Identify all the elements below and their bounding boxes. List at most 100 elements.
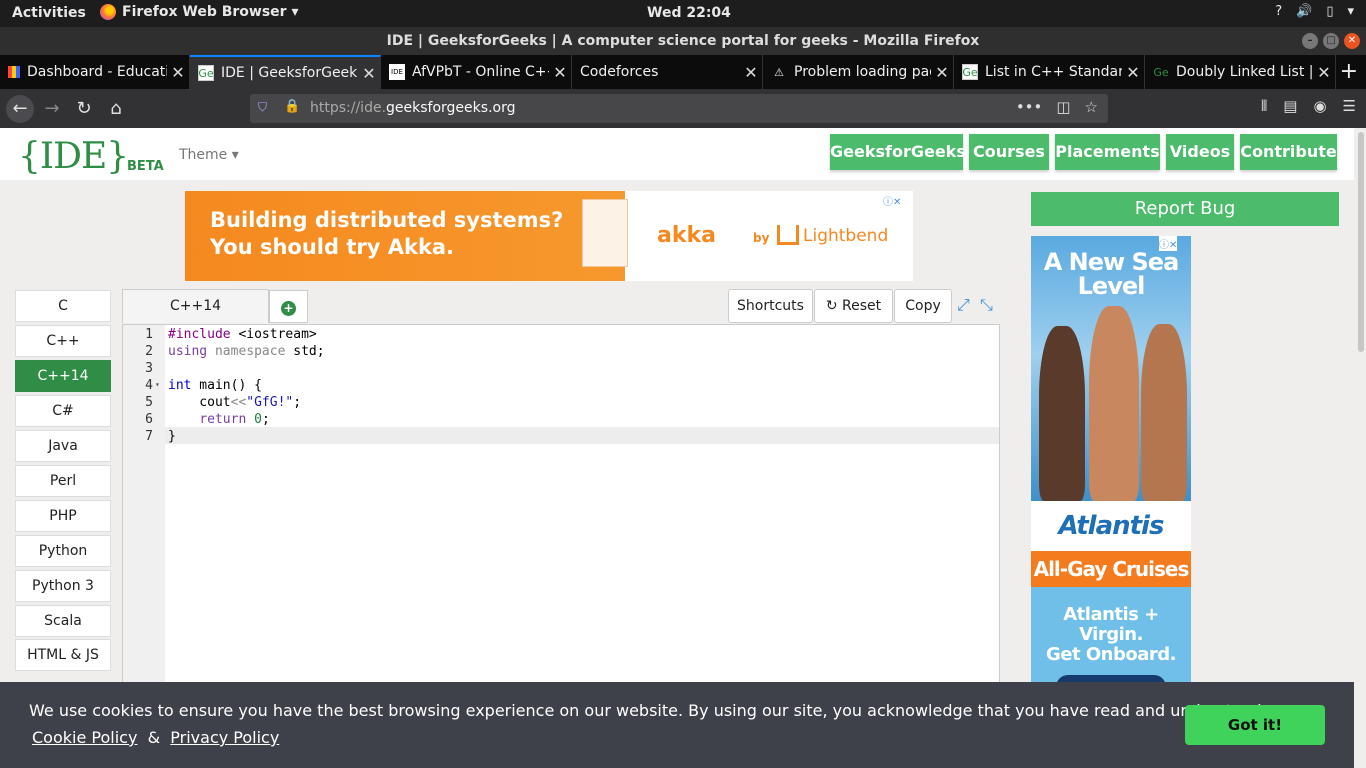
line-number: 1 [145,327,153,342]
scrollbar-thumb[interactable] [1358,132,1364,352]
close-icon[interactable]: ✕ [167,63,189,82]
copy-button[interactable]: Copy [894,289,952,323]
url-text[interactable]: https://ide.geeksforgeeks.org [310,100,515,116]
home-button[interactable]: ⌂ [102,95,130,123]
bar-chart-icon [8,66,20,78]
akka-banner-ad[interactable]: Building distributed systems? You should… [185,191,913,281]
ad-promo-line-2: Get Onboard. [1046,644,1176,665]
tab-afvpbt[interactable]: IDE AfVPbT - Online C++ ✕ [381,55,572,89]
gfg-icon: Ge [198,65,214,81]
maximize-button[interactable]: □ [1323,33,1339,49]
privacy-policy-link[interactable]: Privacy Policy [170,728,279,747]
library-icon[interactable]: ⫴ [1261,97,1267,115]
activities-button[interactable]: Activities [12,5,86,21]
language-scala[interactable]: Scala [15,605,111,637]
tab-label: Dashboard - Educative [27,64,167,80]
tab-dashboard[interactable]: Dashboard - Educative ✕ [0,55,190,89]
accept-cookies-button[interactable]: Got it! [1185,705,1325,745]
language-python[interactable]: Python [15,535,111,567]
ad-person-3 [1141,324,1187,501]
line-number: 4 [145,378,153,393]
ad-headline: Building distributed systems? You should… [210,207,563,261]
editor-tab[interactable]: C++14 [122,289,269,323]
url-domain: geeksforgeeks.org [386,100,516,116]
tracking-shield-icon[interactable]: ⛉ [258,100,267,115]
nav-contribute[interactable]: Contribute [1240,134,1337,170]
ide-logo[interactable]: {IDE} [18,136,129,177]
tab-problem-loading[interactable]: ⚠ Problem loading page ✕ [763,55,954,89]
shortcuts-button[interactable]: Shortcuts [728,289,813,323]
bookmark-star-icon[interactable]: ☆ [1085,98,1098,116]
pocket-icon[interactable]: ◫ [1056,98,1070,116]
language-java[interactable]: Java [15,430,111,462]
nav-geeksforgeeks[interactable]: GeeksforGeeks [830,134,966,170]
new-tab-button[interactable]: + [1340,59,1358,84]
system-tray[interactable]: ? 🔊 ▯ ▾ [1275,4,1354,19]
language-html-js[interactable]: HTML & JS [15,639,111,671]
expand-icon[interactable]: ⤢ [957,295,970,315]
adchoices-icon[interactable]: ⓘ✕ [1159,236,1178,251]
close-icon[interactable]: ✕ [931,63,953,82]
tab-list-cpp[interactable]: Ge List in C++ Standard ✕ [954,55,1145,89]
language-php[interactable]: PHP [15,500,111,532]
os-top-bar: Activities Firefox Web Browser ▾ Wed 22:… [0,0,1366,27]
tab-codeforces[interactable]: Codeforces ✕ [572,55,763,89]
language-perl[interactable]: Perl [15,465,111,497]
back-button[interactable]: ← [6,95,34,123]
language-csharp[interactable]: C# [15,395,111,427]
nav-courses[interactable]: Courses [969,134,1049,170]
page-actions-icon[interactable]: ••• [1016,98,1043,116]
close-icon[interactable]: ✕ [1313,63,1335,82]
theme-dropdown[interactable]: Theme ▾ [179,147,239,163]
app-menu[interactable]: Firefox Web Browser ▾ [100,4,298,20]
line-number: 6 [145,412,153,427]
navigation-toolbar: ← → ↻ ⌂ ⛉ 🔒 https://ide.geeksforgeeks.or… [0,89,1366,128]
close-icon[interactable]: ✕ [358,64,380,83]
cookie-banner: We use cookies to ensure you have the be… [0,682,1354,768]
language-cpp[interactable]: C++ [15,325,111,357]
minimize-button[interactable]: – [1302,33,1318,49]
language-python3[interactable]: Python 3 [15,570,111,602]
tab-label: Codeforces [580,64,659,80]
tab-label: Problem loading page [794,64,931,80]
tab-label: AfVPbT - Online C++ [412,64,549,80]
lock-icon[interactable]: 🔒 [284,99,300,114]
warning-icon: ⚠ [774,65,784,79]
ad-promo-line-1: Atlantis + Virgin. [1063,604,1159,645]
fold-toggle-icon[interactable]: ▾ [155,380,160,389]
close-icon[interactable]: ✕ [549,63,571,82]
page-scrollbar[interactable] [1354,128,1366,768]
help-icon: ? [1275,4,1283,19]
tab-label: List in C++ Standard [985,64,1122,80]
close-window-button[interactable]: ✕ [1344,33,1360,49]
ideone-icon: IDE [389,64,405,80]
nav-placements[interactable]: Placements [1055,134,1160,170]
close-icon[interactable]: ✕ [1122,63,1144,82]
ad-headline-line-1: Building distributed systems? [210,208,564,232]
add-tab-button[interactable]: + [269,290,308,323]
tab-ide-geeksforgeeks[interactable]: Ge IDE | GeeksforGeeks ✕ [190,55,381,89]
forward-button[interactable]: → [38,95,66,123]
reset-button[interactable]: ↻ Reset [814,289,893,323]
fullscreen-icon[interactable]: ⤡ [980,295,993,315]
site-header: {IDE} BETA Theme ▾ GeeksforGeeks Courses… [0,128,1354,180]
language-c[interactable]: C [15,290,111,322]
atlantis-side-ad[interactable]: A New Sea Level ⓘ✕ Atlantis All-Gay Crui… [1031,236,1191,686]
close-icon[interactable]: ✕ [740,63,762,82]
adchoices-icon[interactable]: ⓘ✕ [883,193,902,208]
report-bug-button[interactable]: Report Bug [1031,192,1339,226]
nav-videos[interactable]: Videos [1166,134,1234,170]
tab-strip: Dashboard - Educative ✕ Ge IDE | Geeksfo… [0,55,1366,89]
tab-doubly-linked-list[interactable]: Ge Doubly Linked List | ✕ [1145,55,1336,89]
cookie-policy-link[interactable]: Cookie Policy [32,728,137,747]
sidebar-icon[interactable]: ▤ [1283,97,1297,115]
tab-label: Doubly Linked List | [1176,64,1313,80]
language-cpp14[interactable]: C++14 [15,360,111,392]
url-bar[interactable]: ⛉ 🔒 https://ide.geeksforgeeks.org ••• ◫ … [250,94,1108,123]
ad-headline-line-2: You should try Akka. [210,235,455,259]
reload-button[interactable]: ↻ [70,95,98,123]
clock[interactable]: Wed 22:04 [647,5,731,21]
code-line: cout<<"GfG!"; [168,395,302,410]
account-icon[interactable]: ◉ [1313,97,1326,115]
menu-icon[interactable]: ☰ [1343,97,1356,115]
